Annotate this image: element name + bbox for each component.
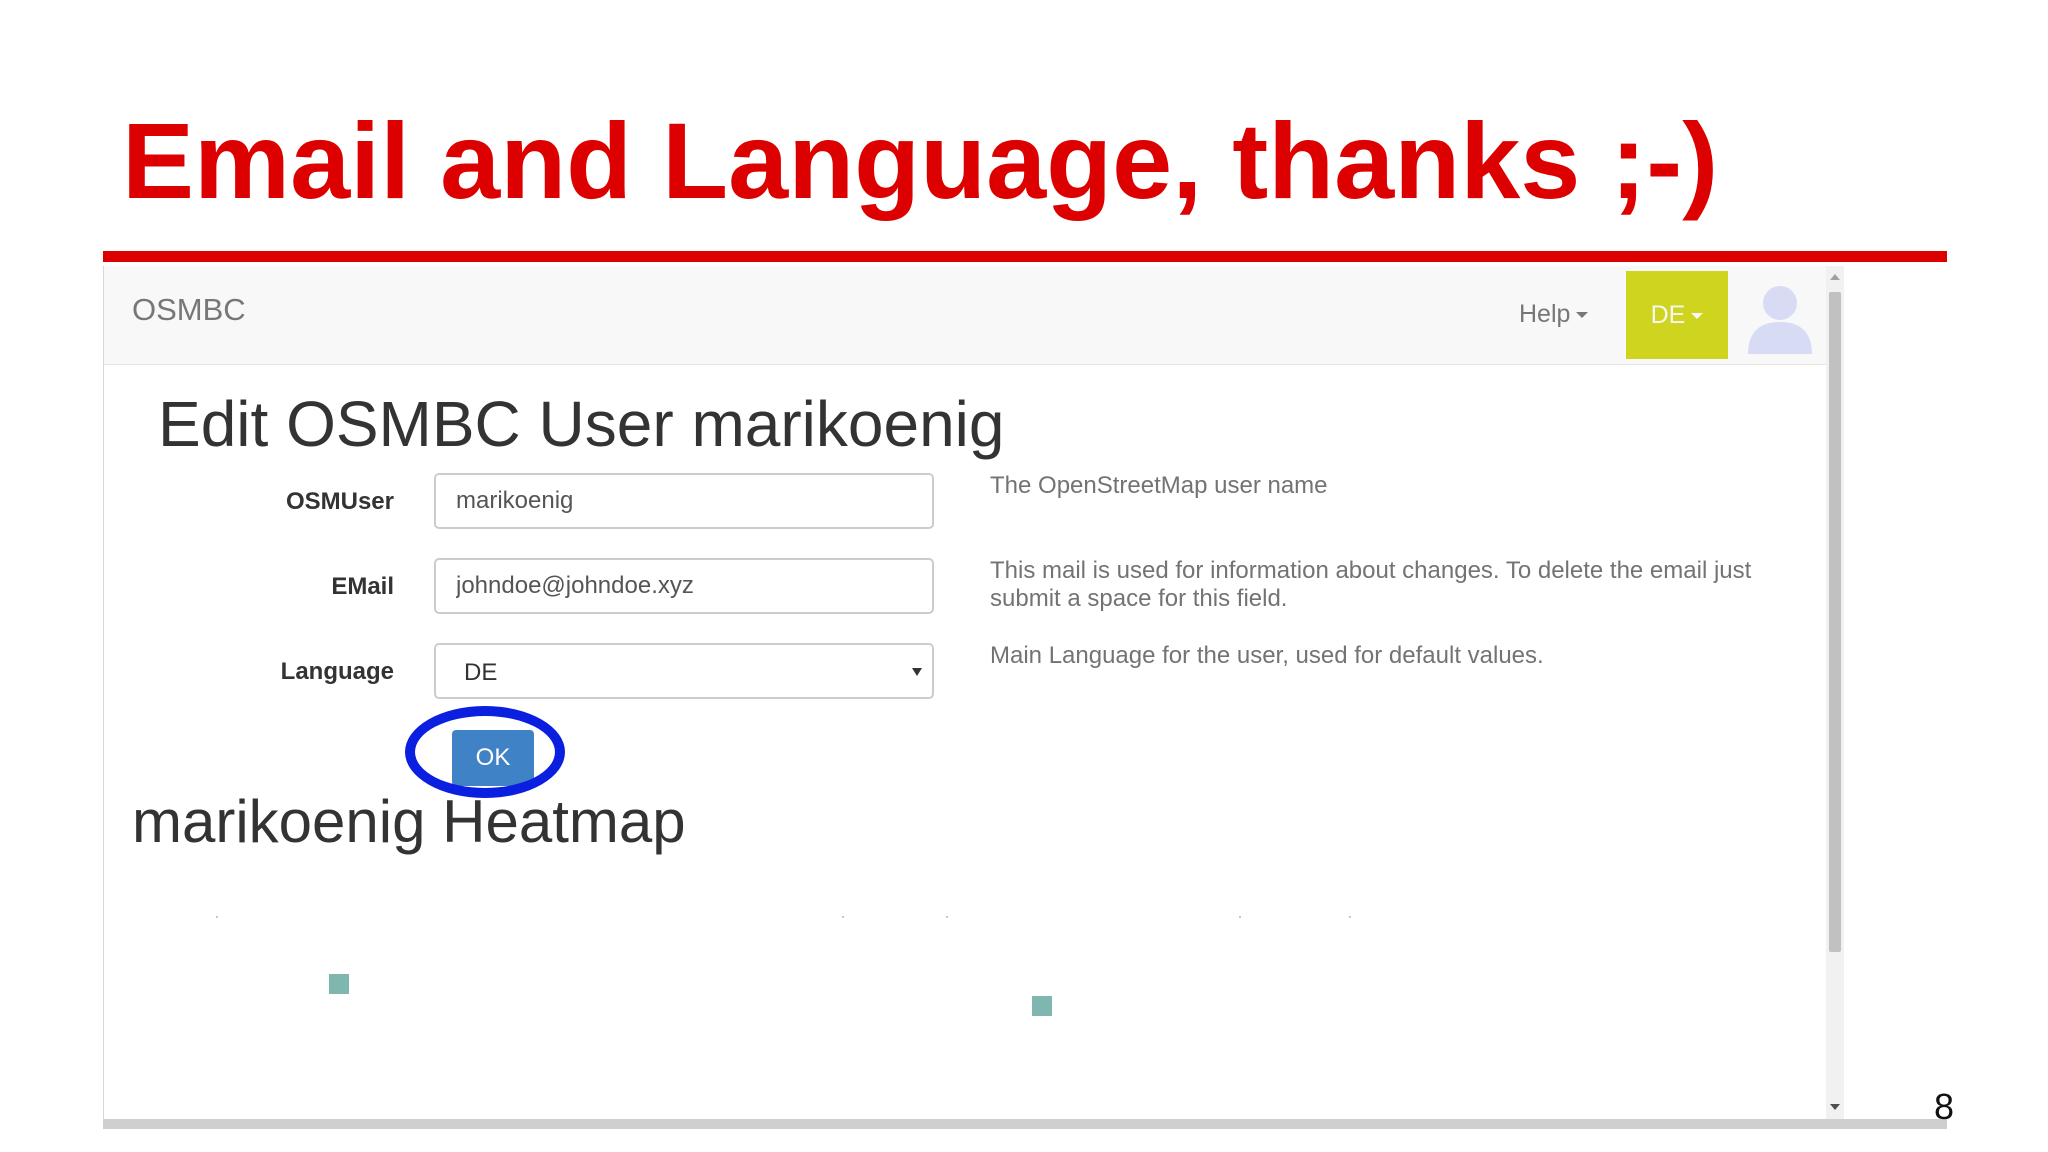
slide-page-number: 8 [1934, 1086, 1955, 1127]
navbar: OSMBC Help DE [104, 266, 1826, 365]
language-label: Language [280, 658, 394, 685]
navbar-brand[interactable]: OSMBC [132, 292, 246, 328]
heatmap-tick [842, 916, 844, 918]
page-heading: Edit OSMBC User marikoenig [158, 388, 1005, 460]
title-underline [103, 251, 1947, 262]
language-menu-button[interactable]: DE [1626, 271, 1728, 359]
user-avatar-icon[interactable] [1742, 278, 1818, 354]
heatmap-tick [216, 916, 218, 918]
osmuser-label: OSMUser [285, 488, 394, 515]
language-select[interactable]: DE [434, 643, 934, 699]
caret-down-icon [1576, 312, 1589, 319]
heatmap-chart [164, 916, 1764, 1096]
caret-down-icon [1691, 313, 1704, 320]
select-arrow-icon [912, 668, 922, 676]
language-help-text: Main Language for the user, used for def… [990, 642, 1544, 669]
horizontal-scrollbar [103, 1119, 1947, 1129]
heatmap-tick [1349, 916, 1351, 918]
help-menu[interactable]: Help [1519, 300, 1589, 329]
slide-title: Email and Language, thanks ;-) [122, 100, 1719, 221]
heatmap-cell[interactable] [329, 974, 349, 994]
email-label: EMail [331, 573, 394, 600]
ok-button[interactable]: OK [452, 730, 534, 786]
email-help-text: This mail is used for information about … [990, 557, 1752, 612]
scrollbar-thumb[interactable] [1829, 292, 1841, 952]
scroll-up-arrow-icon[interactable] [1830, 274, 1840, 280]
scroll-down-arrow-icon[interactable] [1830, 1104, 1840, 1110]
language-menu-label: DE [1650, 301, 1686, 329]
osmuser-help-text: The OpenStreetMap user name [990, 472, 1328, 499]
heatmap-tick [946, 916, 948, 918]
osmuser-input[interactable] [434, 473, 934, 529]
heatmap-tick [1239, 916, 1241, 918]
heatmap-heading: marikoenig Heatmap [132, 788, 686, 855]
language-select-value: DE [464, 659, 498, 686]
help-menu-label: Help [1519, 300, 1571, 328]
embedded-screenshot: OSMBC Help DE Edit OSMBC User marikoenig… [103, 266, 1844, 1122]
email-input[interactable] [434, 558, 934, 614]
heatmap-cell[interactable] [1032, 996, 1052, 1016]
